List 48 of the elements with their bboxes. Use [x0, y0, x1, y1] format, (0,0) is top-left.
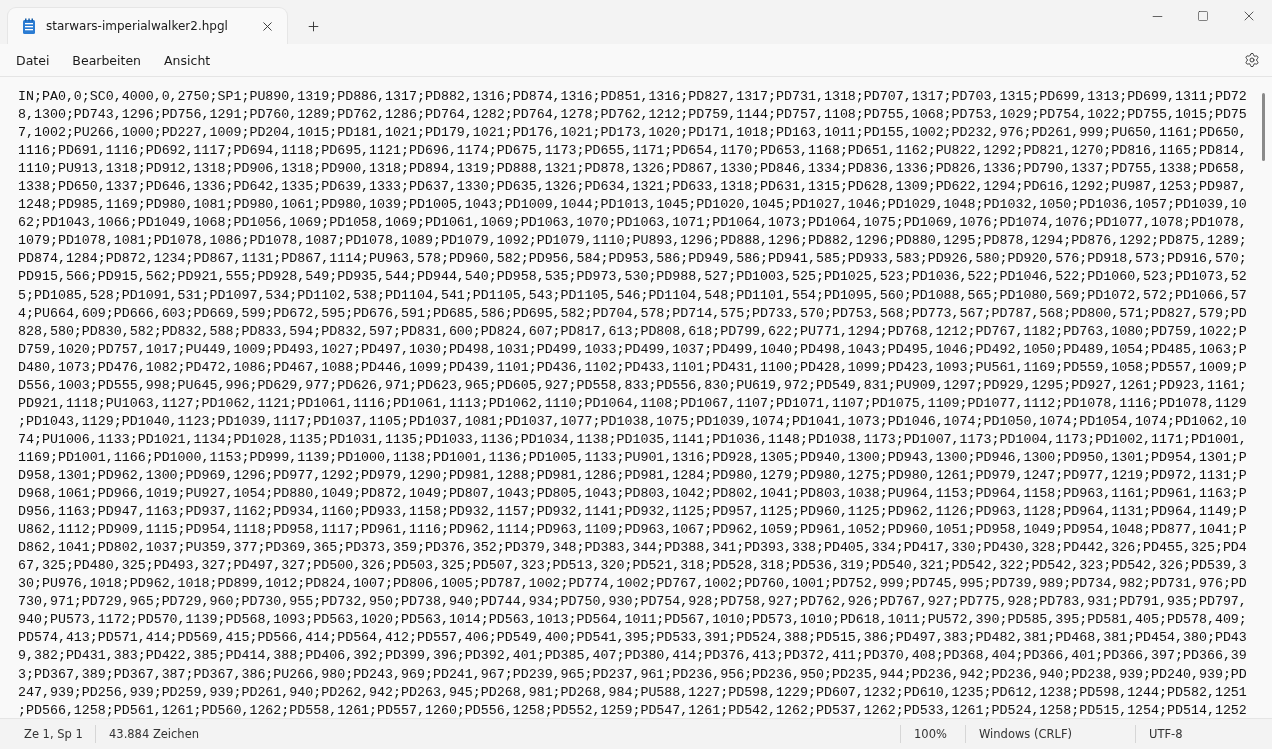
text-line: 1169;PD1001,1166;PD1000,1153;PD999,1139;PD1000,1138;PD1001,1136;PD1005,1133;PU901,1316;PD928,1305;PD940,1300;PD943,1300;PD946,1300;PD950,1301;PD954,1301;P	[18, 448, 1248, 467]
text-line: 940;PU573,1172;PD570,1139;PD568,1093;PD563,1020;PD563,1014;PD563,1013;PD564,1011;PD567,1010;PD573,1010;PD618,1011;PU572,390;PD585,395;PD581,405;PD578,409;	[18, 611, 1248, 630]
text-line: 74;PU1006,1133;PD1021,1134;PD1028,1135;PD1031,1135;PD1033,1136;PD1034,1138;PD1035,1141;PD1036,1148;PD1038,1173;PD1007,1173;PD1004,1173;PD1002,1171;PD1001,	[18, 430, 1248, 449]
text-line: D759,1020;PD757,1017;PU449,1009;PD493,1027;PD497,1030;PD498,1031;PD499,1033;PD499,1037;PD499,1040;PD498,1043;PD495,1046;PD492,1050;PD489,1054;PD485,1063;P	[18, 340, 1248, 359]
text-line: 1110;PU913,1318;PD912,1318;PD906,1318;PD900,1318;PD894,1319;PD888,1321;PD878,1326;PD867,1330;PD846,1334;PD836,1336;PD826,1336;PD790,1337;PD755,1338;PD658,	[18, 160, 1248, 179]
text-line: 1248;PD985,1169;PD980,1081;PD980,1061;PD980,1039;PD1005,1043;PD1009,1044;PD1013,1045;PD1020,1045;PD1027,1046;PD1029,1048;PD1032,1050;PD1036,1057;PD1039,10	[18, 196, 1248, 215]
zoom-level: 100%	[900, 725, 965, 743]
text-line: 247,939;PD256,939;PD259,939;PD261,940;PD262,942;PD263,945;PD268,981;PD268,984;PU588,1227;PD598,1229;PD607,1232;PD610,1235;PD612,1238;PD598,1244;PD582,1251	[18, 683, 1248, 702]
text-line: PD874,1284;PD872,1234;PD867,1131;PD867,1114;PU963,578;PD960,582;PD956,584;PD953,586;PD949,586;PD941,585;PD933,583;PD926,580;PD920,576;PD918,573;PD916,570;	[18, 250, 1248, 269]
text-line: U862,1112;PD909,1115;PD954,1118;PD958,1117;PD961,1116;PD962,1114;PD963,1109;PD963,1067;PD962,1059;PD961,1052;PD960,1051;PD958,1049;PD954,1048;PD877,1041;P	[18, 521, 1248, 540]
text-line: ;PD1043,1129;PD1040,1123;PD1039,1117;PD1037,1105;PD1037,1081;PD1037,1077;PD1038,1075;PD1039,1074;PD1041,1073;PD1046,1074;PD1050,1074;PD1054,1074;PD1062,10	[18, 412, 1248, 431]
text-line: D556,1003;PD555,998;PU645,996;PD629,977;PD626,971;PD623,965;PD605,927;PD558,833;PD556,830;PU619,972;PD549,831;PU909,1297;PD929,1295;PD927,1261;PD923,1161;	[18, 376, 1248, 395]
text-line: D956,1163;PD947,1163;PD937,1162;PD934,1160;PD933,1158;PD932,1157;PD932,1141;PD932,1125;PD957,1125;PD960,1125;PD962,1126;PD963,1128;PD964,1131;PD964,1149;P	[18, 503, 1248, 522]
text-area[interactable]	[0, 76, 1272, 718]
text-line: D862,1041;PD802,1037;PU359,377;PD369,365;PD373,359;PD376,352;PD379,348;PD383,344;PD388,341;PD393,338;PD405,334;PD417,330;PD430,328;PD442,326;PD455,325;PD4	[18, 539, 1248, 558]
text-line: 30;PU976,1018;PD962,1018;PD899,1012;PD824,1007;PD806,1005;PD787,1002;PD774,1002;PD767,1002;PD760,1001;PD752,999;PD745,995;PD739,989;PD734,982;PD731,976;PD	[18, 575, 1248, 594]
line-endings: Windows (CRLF)	[965, 725, 1135, 743]
notepad-icon	[22, 17, 36, 35]
text-line: 730,971;PD729,965;PD729,960;PD730,955;PD732,950;PD738,940;PD744,934;PD750,930;PD754,928;PD758,927;PD762,926;PD767,927;PD775,928;PD783,931;PD791,935;PD797,	[18, 593, 1248, 612]
menu-item[interactable]: Ansicht	[154, 47, 221, 73]
text-line: 8,1300;PD743,1296;PD756,1291;PD760,1289;PD762,1286;PD764,1282;PD764,1278;PD762,1212;PD759,1144;PD757,1108;PD755,1068;PD753,1029;PD754,1022;PD755,1015;PD75	[18, 106, 1248, 125]
text-line: D480,1073;PD476,1082;PD472,1086;PD467,1088;PD446,1099;PD439,1101;PD436,1102;PD433,1101;PD431,1100;PD428,1099;PD423,1093;PU561,1169;PD559,1058;PD557,1009;P	[18, 358, 1248, 377]
text-line: PD921,1118;PU1063,1127;PD1062,1121;PD1061,1116;PD1061,1113;PD1062,1110;PD1064,1108;PD1067,1107;PD1071,1107;PD1075,1109;PD1077,1112;PD1078,1116;PD1078,1129	[18, 394, 1248, 413]
text-line: 3;PD367,389;PD367,387;PD367,386;PU266,980;PD243,969;PD241,967;PD239,965;PD237,961;PD236,956;PD236,950;PD235,944;PD236,942;PD236,940;PD238,939;PD240,939;PD	[18, 665, 1248, 684]
text-line: 1116;PD691,1116;PD692,1117;PD694,1118;PD695,1121;PD696,1174;PD675,1173;PD655,1171;PD654,1170;PD653,1168;PD651,1162;PU822,1292;PD821,1270;PD816,1165;PD814,	[18, 142, 1248, 161]
text-line: PD915,566;PD915,562;PD921,555;PD928,549;PD935,544;PD944,540;PD958,535;PD973,530;PD988,527;PD1003,525;PD1025,523;PD1036,522;PD1046,522;PD1060,523;PD1073,52	[18, 268, 1248, 287]
text-line: 62;PD1043,1066;PD1049,1068;PD1056,1069;PD1058,1069;PD1061,1069;PD1063,1070;PD1063,1071;PD1064,1073;PD1064,1075;PD1069,1076;PD1074,1076;PD1077,1078;PD1078,	[18, 214, 1248, 233]
text-line: 67,325;PD480,325;PD493,327;PD497,327;PD500,326;PD503,325;PD507,323;PD513,320;PD521,318;PD528,318;PD536,319;PD540,321;PD542,322;PD542,323;PD542,326;PD539,3	[18, 557, 1248, 576]
text-line: D968,1061;PD966,1019;PU927,1054;PD880,1049;PD872,1049;PD807,1043;PD805,1043;PD803,1042;PD802,1041;PD803,1038;PU964,1153;PD964,1158;PD963,1161;PD961,1163;P	[18, 485, 1248, 504]
text-line: 5;PD1085,528;PD1091,531;PD1097,534;PD1102,538;PD1104,541;PD1105,543;PD1105,546;PD1104,548;PD1101,554;PD1095,560;PD1088,565;PD1080,569;PD1072,572;PD1066,57	[18, 286, 1248, 305]
document-tab[interactable]: starwars-imperialwalker2.hpgl	[8, 8, 287, 44]
text-line: IN;PA0,0;SC0,4000,0,2750;SP1;PU890,1319;PD886,1317;PD882,1316;PD874,1316;PD851,1316;PD827,1317;PD731,1318;PD707,1317;PD703,1315;PD699,1313;PD699,1311;PD72	[18, 88, 1248, 106]
tab-title: starwars-imperialwalker2.hpgl	[46, 19, 229, 33]
text-line: 9,382;PD431,383;PD422,385;PD414,388;PD406,392;PD399,396;PD392,401;PD385,407;PD380,414;PD376,413;PD372,411;PD370,408;PD368,404;PD366,401;PD366,397;PD366,39	[18, 647, 1248, 666]
character-count: 43.884 Zeichen	[95, 725, 213, 743]
text-line: PD574,413;PD571,414;PD569,415;PD566,414;PD564,412;PD557,406;PD549,400;PD541,395;PD533,391;PD524,388;PD515,386;PD497,383;PD482,381;PD468,381;PD454,380;PD43	[18, 629, 1248, 648]
text-line: 4;PU664,609;PD666,603;PD669,599;PD672,595;PD676,591;PD685,586;PD695,582;PD704,578;PD714,575;PD733,570;PD753,568;PD773,567;PD787,568;PD800,571;PD827,579;PD	[18, 304, 1248, 323]
text-line: ;PD566,1258;PD561,1261;PD560,1262;PD558,1261;PD557,1260;PD556,1258;PD552,1259;PD547,1261;PD542,1262;PD537,1262;PD533,1261;PD524,1258;PD515,1254;PD514,1252	[18, 701, 1248, 718]
cursor-position: Ze 1, Sp 1	[23, 726, 84, 743]
text-line: 7,1002;PU266,1000;PD227,1009;PD204,1015;PD181,1021;PD179,1021;PD176,1021;PD173,1020;PD171,1018;PD163,1011;PD155,1002;PD232,976;PD261,999;PU650,1161;PD650,	[18, 124, 1248, 143]
text-line: 1079;PD1078,1081;PD1078,1086;PD1078,1087;PD1078,1089;PD1079,1092;PD1079,1110;PU893,1296;PD888,1296;PD882,1296;PD880,1295;PD878,1294;PD876,1292;PD875,1289;	[18, 232, 1248, 251]
encoding: UTF-8	[1135, 725, 1272, 743]
menu-item[interactable]: Datei	[6, 47, 60, 73]
text-line: D958,1301;PD962,1300;PD969,1296;PD977,1292;PD979,1290;PD981,1288;PD981,1286;PD981,1284;PD980,1279;PD980,1275;PD980,1261;PD979,1247;PD977,1219;PD972,1131;P	[18, 467, 1248, 485]
text-line: 828,580;PD830,582;PD832,588;PD833,594;PD832,597;PD831,600;PD824,607;PD817,613;PD808,618;PD799,622;PU771,1294;PD768,1212;PD767,1182;PD763,1080;PD759,1022;P	[18, 322, 1248, 341]
text-line: 1338;PD650,1337;PD646,1336;PD642,1335;PD639,1333;PD637,1330;PD635,1326;PD634,1321;PD633,1318;PD631,1315;PD628,1309;PD622,1294;PD616,1292;PU987,1253;PD987,	[18, 178, 1248, 197]
scrollbar-thumb[interactable]	[1262, 93, 1265, 161]
menu-item[interactable]: Bearbeiten	[62, 47, 152, 73]
